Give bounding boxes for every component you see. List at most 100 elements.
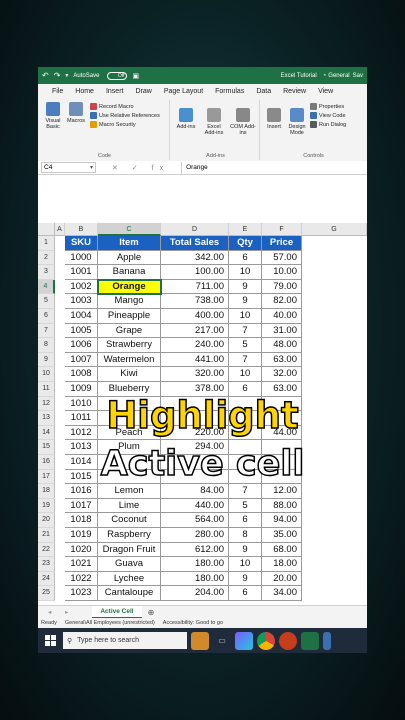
table-cell-qty[interactable]: 6	[229, 250, 262, 266]
table-cell-total-sales[interactable]: 204.00	[161, 586, 229, 601]
macro-security-button[interactable]: Macro Security	[90, 120, 170, 129]
table-cell-qty[interactable]: 8	[229, 528, 262, 543]
formula-input[interactable]: Orange	[181, 161, 208, 174]
table-cell-qty[interactable]: 10	[229, 367, 262, 382]
table-cell-item[interactable]: Mango	[98, 294, 161, 309]
table-header-total-sales[interactable]: Total Sales	[161, 236, 229, 251]
app-icon[interactable]	[323, 631, 331, 650]
tab-draw[interactable]: Draw	[129, 88, 157, 95]
table-cell-total-sales[interactable]: 441.00	[161, 352, 229, 368]
table-cell-qty[interactable]: 9	[229, 294, 262, 309]
table-cell-sku[interactable]: 1022	[65, 571, 98, 587]
table-cell-sku[interactable]: 1007	[65, 352, 98, 368]
table-cell-total-sales[interactable]: 320.00	[161, 367, 229, 382]
record-macro-button[interactable]: Record Macro	[90, 102, 170, 111]
table-cell-qty[interactable]: 9	[229, 571, 262, 587]
table-cell-price[interactable]: 48.00	[262, 338, 302, 353]
row-header-1[interactable]: 1	[38, 236, 55, 251]
run-dialog-button[interactable]: Run Dialog	[310, 120, 365, 129]
table-cell-sku[interactable]: 1017	[65, 498, 98, 514]
table-cell-item[interactable]: Pineapple	[98, 309, 161, 324]
row-header-4[interactable]: 4	[38, 279, 55, 295]
table-cell-item[interactable]: Grape	[98, 323, 161, 339]
table-cell-item[interactable]: Kiwi	[98, 367, 161, 382]
status-accessibility[interactable]: Accessibility: Good to go	[163, 620, 223, 626]
table-cell-sku[interactable]: 1002	[65, 279, 98, 295]
table-cell-sku[interactable]: 1023	[65, 586, 98, 601]
table-cell-item[interactable]: Lychee	[98, 571, 161, 587]
add-sheet-icon[interactable]: ⊕	[148, 608, 155, 617]
column-header-c[interactable]: C	[98, 223, 161, 236]
table-cell-qty[interactable]: 9	[229, 542, 262, 558]
column-header-g[interactable]: G	[302, 223, 367, 236]
chrome-icon[interactable]	[257, 631, 275, 650]
row-header-19[interactable]: 19	[38, 498, 55, 514]
table-cell-sku[interactable]: 1008	[65, 367, 98, 382]
table-cell-qty[interactable]: 7	[229, 323, 262, 339]
tab-home[interactable]: Home	[69, 88, 100, 95]
briefcase-icon[interactable]	[191, 631, 209, 650]
row-header-9[interactable]: 9	[38, 352, 55, 368]
table-cell-sku[interactable]: 1000	[65, 250, 98, 266]
table-cell-total-sales[interactable]: 400.00	[161, 309, 229, 324]
table-cell-total-sales[interactable]: 217.00	[161, 323, 229, 339]
copilot-icon[interactable]	[235, 631, 253, 650]
row-header-8[interactable]: 8	[38, 338, 55, 353]
column-header-d[interactable]: D	[161, 223, 229, 236]
table-cell-price[interactable]: 57.00	[262, 250, 302, 266]
table-cell-sku[interactable]: 1016	[65, 484, 98, 499]
com-addins-button[interactable]: COM Add-ins	[230, 108, 256, 136]
tab-review[interactable]: Review	[277, 88, 312, 95]
insert-control-button[interactable]: Insert	[264, 108, 284, 130]
row-header-10[interactable]: 10	[38, 367, 55, 382]
row-header-5[interactable]: 5	[38, 294, 55, 309]
table-cell-sku[interactable]: 1020	[65, 542, 98, 558]
table-cell-sku[interactable]: 1005	[65, 323, 98, 339]
table-cell-item[interactable]: Lemon	[98, 484, 161, 499]
row-header-2[interactable]: 2	[38, 250, 55, 266]
table-header-item[interactable]: Item	[98, 236, 161, 251]
save-icon[interactable]: ▣	[132, 72, 139, 80]
table-cell-total-sales[interactable]: 564.00	[161, 513, 229, 528]
row-header-18[interactable]: 18	[38, 484, 55, 499]
tab-insert[interactable]: Insert	[100, 88, 130, 95]
table-cell-qty[interactable]: 6	[229, 513, 262, 528]
table-cell-price[interactable]: 35.00	[262, 528, 302, 543]
sheet-nav-arrows[interactable]: ◂ ▸	[48, 608, 74, 616]
table-cell-price[interactable]: 68.00	[262, 542, 302, 558]
table-cell-item[interactable]: Coconut	[98, 513, 161, 528]
relative-references-button[interactable]: Use Relative References	[90, 111, 170, 120]
addins-button[interactable]: Add-ins	[176, 108, 196, 130]
table-cell-sku[interactable]: 1021	[65, 557, 98, 572]
table-cell-qty[interactable]: 7	[229, 352, 262, 368]
row-header-21[interactable]: 21	[38, 528, 55, 543]
table-cell-price[interactable]: 94.00	[262, 513, 302, 528]
tab-page-layout[interactable]: Page Layout	[158, 88, 209, 95]
tab-data[interactable]: Data	[250, 88, 277, 95]
table-cell-qty[interactable]: 7	[229, 484, 262, 499]
row-header-6[interactable]: 6	[38, 309, 55, 324]
view-code-button[interactable]: View Code	[310, 111, 365, 120]
select-all-corner[interactable]	[38, 223, 55, 236]
table-cell-total-sales[interactable]: 711.00	[161, 279, 229, 295]
table-cell-price[interactable]: 12.00	[262, 484, 302, 499]
table-cell-sku[interactable]: 1018	[65, 513, 98, 528]
task-view-icon[interactable]: ▭	[213, 632, 231, 650]
table-cell-item[interactable]: Watermelon	[98, 352, 161, 368]
table-cell-sku[interactable]: 1001	[65, 265, 98, 280]
table-cell-qty[interactable]: 10	[229, 309, 262, 324]
status-sensitivity[interactable]: General\All Employees (unrestricted)	[65, 620, 155, 626]
tab-file[interactable]: File	[46, 88, 69, 95]
table-cell-price[interactable]: 32.00	[262, 367, 302, 382]
table-cell-total-sales[interactable]: 180.00	[161, 571, 229, 587]
table-cell-total-sales[interactable]: 280.00	[161, 528, 229, 543]
table-cell-sku[interactable]: 1006	[65, 338, 98, 353]
row-header-22[interactable]: 22	[38, 542, 55, 558]
active-cell[interactable]: Orange	[98, 279, 161, 295]
visual-basic-button[interactable]: Visual Basic	[42, 102, 64, 130]
tab-formulas[interactable]: Formulas	[209, 88, 250, 95]
tab-view[interactable]: View	[312, 88, 339, 95]
customize-icon[interactable]: ▾	[65, 72, 68, 79]
table-cell-price[interactable]: 88.00	[262, 498, 302, 514]
undo-icon[interactable]: ↶	[42, 71, 49, 80]
